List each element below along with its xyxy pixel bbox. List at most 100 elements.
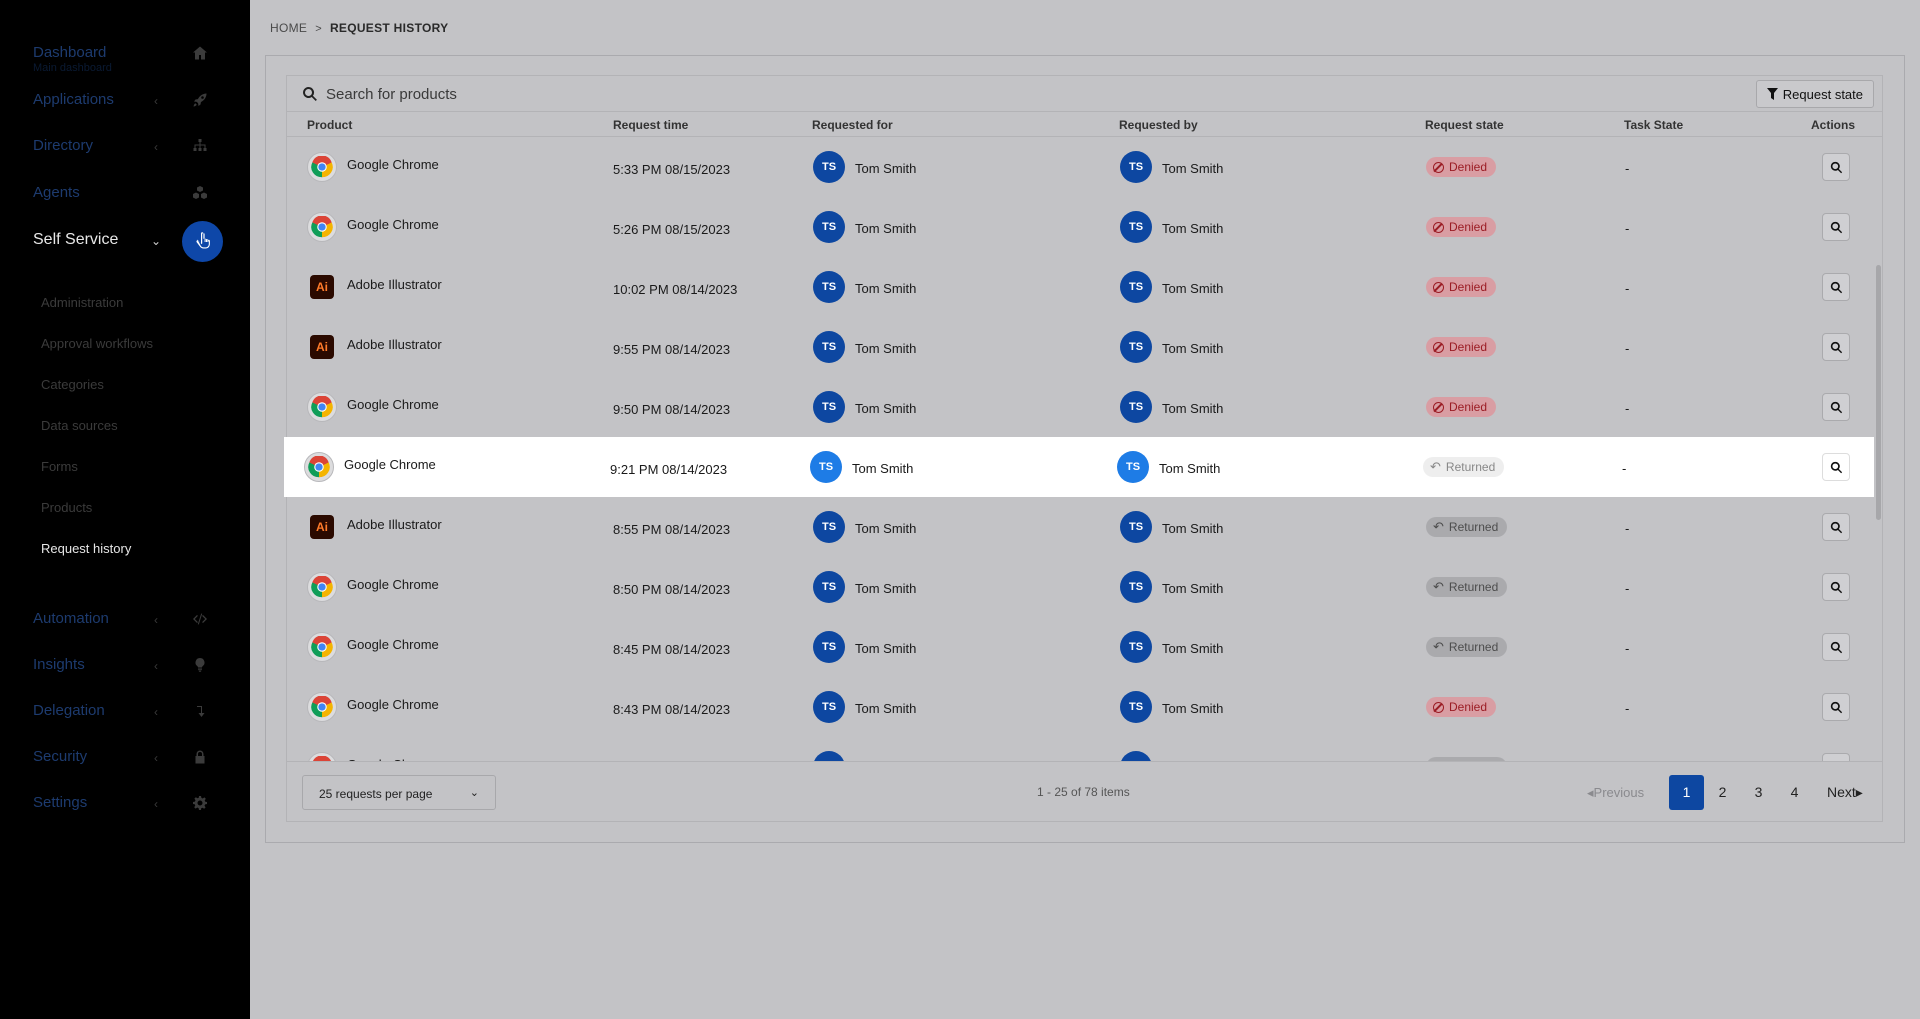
page-1-button[interactable]: 1	[1669, 775, 1704, 810]
avatar: TS	[1120, 511, 1152, 543]
search-icon	[1830, 161, 1843, 174]
requested-for-name: Tom Smith	[852, 461, 914, 476]
previous-page-button[interactable]: ◂Previous	[1587, 775, 1644, 810]
search-icon	[1830, 341, 1843, 354]
avatar: TS	[813, 211, 845, 243]
product-name: Adobe Illustrator	[347, 337, 442, 352]
status-label: Returned	[1448, 640, 1499, 654]
search-icon	[1830, 401, 1843, 414]
filter-label: Request state	[1782, 86, 1863, 102]
chrome-icon	[307, 692, 337, 722]
status-label: Returned	[1448, 520, 1499, 534]
requested-for-name: Tom Smith	[855, 701, 917, 716]
nav-applications-label: Applications	[33, 91, 114, 108]
view-details-button[interactable]	[1822, 633, 1850, 661]
request-time: 10:02 PM 08/14/2023	[613, 282, 738, 297]
view-details-button[interactable]	[1822, 753, 1850, 761]
reply-icon: ↶	[1433, 579, 1444, 594]
page-4-button[interactable]: 4	[1777, 775, 1812, 810]
status-label: Returned	[1445, 460, 1496, 474]
status-label: Denied	[1449, 340, 1488, 354]
table-row[interactable]: Ai Adobe Illustrator 10:02 PM 08/14/2023 TS…	[287, 257, 1882, 317]
header-requested-by[interactable]: Requested by	[1119, 118, 1198, 132]
view-details-button[interactable]	[1822, 573, 1850, 601]
table-row[interactable]: Ai Adobe Illustrator 8:55 PM 08/14/2023 TS T…	[287, 497, 1882, 557]
avatar: TS	[813, 151, 845, 183]
table-row[interactable]: Google Chrome 9:50 PM 08/14/2023 TS Tom Smi…	[287, 377, 1882, 437]
header-product[interactable]: Product	[307, 118, 352, 132]
product-name: Adobe Illustrator	[347, 277, 442, 292]
request-time: 8:55 PM 08/14/2023	[613, 522, 731, 537]
denied-icon	[1433, 401, 1444, 413]
view-details-button[interactable]	[1822, 513, 1850, 541]
view-details-button[interactable]	[1822, 453, 1850, 481]
search-icon	[1830, 521, 1843, 534]
breadcrumb-home[interactable]: HOME	[270, 21, 307, 35]
avatar: TS	[813, 511, 845, 543]
product-name: Google Chrome	[347, 577, 439, 592]
request-state-filter-button[interactable]: Request state	[1755, 80, 1874, 108]
avatar: TS	[813, 631, 845, 663]
header-request-state[interactable]: Request state	[1425, 118, 1504, 132]
request-time: 9:50 PM 08/14/2023	[613, 402, 731, 417]
table-row[interactable]: Google Chrome 8:43 PM 08/14/2023 TS Tom Smi…	[287, 677, 1882, 737]
avatar: TS	[1120, 631, 1152, 663]
filter-icon	[1766, 88, 1778, 100]
table-row[interactable]: Google Chrome 8:45 PM 08/14/2023 TS Tom Smi…	[287, 617, 1882, 677]
page-2-button[interactable]: 2	[1705, 775, 1740, 810]
table-body: Google Chrome 5:33 PM 08/15/2023 TS Tom Smi…	[0, 137, 1920, 761]
request-time: 8:43 PM 08/14/2023	[613, 702, 731, 717]
view-details-button[interactable]	[1822, 153, 1850, 181]
status-badge: ↶ Returned	[1426, 517, 1508, 537]
search-icon	[302, 86, 318, 102]
search-icon	[1830, 461, 1843, 474]
item-count: 1 - 25 of 78 items	[1037, 785, 1130, 799]
avatar: TS	[1120, 391, 1152, 423]
header-request-time[interactable]: Request time	[613, 118, 688, 132]
view-details-button[interactable]	[1822, 213, 1850, 241]
reply-icon: ↶	[1433, 519, 1444, 534]
task-state: -	[1625, 581, 1630, 596]
chrome-icon	[307, 572, 337, 602]
status-badge: ↶ Returned	[1423, 457, 1505, 477]
table-row[interactable]: Google Chrome 5:33 PM 08/15/2023 TS Tom Smi…	[287, 137, 1882, 197]
nav-settings[interactable]: Settings ‹	[0, 784, 250, 824]
nav-applications[interactable]: Applications ‹	[0, 81, 250, 121]
task-state: -	[1625, 221, 1630, 236]
view-details-button[interactable]	[1822, 393, 1850, 421]
next-page-button[interactable]: Next▸	[1827, 775, 1863, 810]
header-requested-for[interactable]: Requested for	[812, 118, 893, 132]
page-3-button[interactable]: 3	[1741, 775, 1776, 810]
header-task-state[interactable]: Task State	[1624, 118, 1683, 132]
requested-by-name: Tom Smith	[1162, 521, 1224, 536]
search-input[interactable]	[326, 82, 1426, 106]
status-badge: Denied	[1426, 217, 1497, 237]
status-badge: Denied	[1426, 337, 1497, 357]
avatar: TS	[810, 451, 842, 483]
view-details-button[interactable]	[1822, 693, 1850, 721]
table-row[interactable]: Google Chrome 8:50 PM 08/14/2023 TS Tom Smi…	[287, 557, 1882, 617]
chrome-icon	[307, 212, 337, 242]
request-time: 5:33 PM 08/15/2023	[613, 162, 731, 177]
table-row[interactable]: Google Chrome 5:26 PM 08/15/2023 TS Tom Smi…	[287, 197, 1882, 257]
product-name: Adobe Illustrator	[347, 517, 442, 532]
previous-label: Previous	[1593, 785, 1645, 800]
avatar: TS	[813, 691, 845, 723]
table-row[interactable]: Google Chrome 9:21 PM 08/14/2023 TS Tom Smi…	[284, 437, 1874, 497]
view-details-button[interactable]	[1822, 273, 1850, 301]
table-row[interactable]: Google ChromeTSTom SmithTSTom Smith↶Retu…	[287, 737, 1882, 761]
avatar: TS	[1117, 451, 1149, 483]
requested-for-name: Tom Smith	[855, 581, 917, 596]
table-row[interactable]: Ai Adobe Illustrator 9:55 PM 08/14/2023 TS T…	[287, 317, 1882, 377]
view-details-button[interactable]	[1822, 333, 1850, 361]
breadcrumb-current: REQUEST HISTORY	[329, 21, 449, 35]
per-page-value: 25 requests per page	[319, 787, 433, 801]
reply-icon: ↶	[1430, 459, 1441, 474]
chevron-down-icon: ⌄	[469, 787, 479, 799]
home-icon	[192, 45, 208, 61]
per-page-select[interactable]: 25 requests per page ⌄	[302, 775, 496, 810]
nav-dashboard-sublabel: Main dashboard	[33, 62, 112, 74]
table-scrollbar[interactable]	[1876, 265, 1881, 520]
product-name: Google Chrome	[347, 397, 439, 412]
next-label: Next	[1827, 784, 1856, 800]
